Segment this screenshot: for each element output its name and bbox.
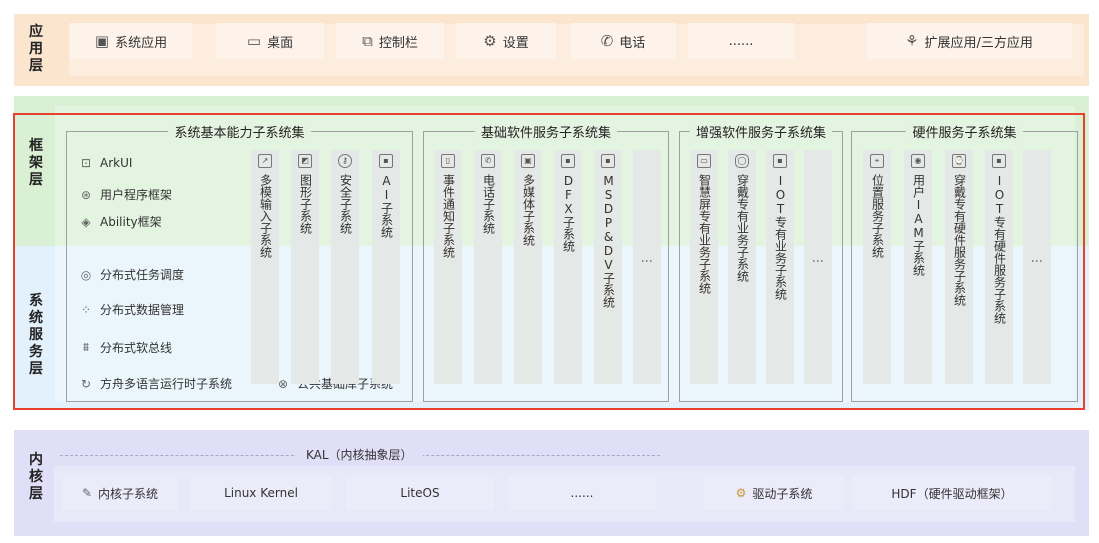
dfx-chip-icon: ▪ bbox=[561, 154, 575, 168]
group-title-hardware: 硬件服务子系统集 bbox=[906, 126, 1023, 141]
column-graphics: ◩ 图形子系统 bbox=[291, 150, 319, 384]
monitor-icon: ▭ bbox=[246, 32, 262, 50]
layers-icon: ◈ bbox=[81, 214, 91, 229]
column-multimodal-input: ↗ 多模输入子系统 bbox=[251, 150, 279, 384]
watch-gear-icon: ⌚ bbox=[952, 154, 966, 168]
kernel-icon: ✎ bbox=[81, 486, 93, 500]
list-item-app-framework: ⊛ 用户程序框架 bbox=[78, 186, 172, 203]
layer-label-kernel: 内核层 bbox=[29, 452, 43, 502]
data-manage-icon: ⁘ bbox=[80, 302, 92, 317]
list-item-task-schedule: ◎ 分布式任务调度 bbox=[78, 266, 184, 283]
runtime-icon: ↻ bbox=[80, 376, 92, 391]
watch-icon: ◯ bbox=[735, 154, 749, 168]
extension-icon: ⚘ bbox=[905, 32, 919, 50]
app-item-desktop: ▭ 桌面 bbox=[216, 23, 324, 59]
column-iot-hardware: ▪ IOT专有硬件服务子系统 bbox=[985, 150, 1013, 384]
group-title-software: 基础软件服务子系统集 bbox=[474, 126, 617, 141]
key-icon: ⚷ bbox=[338, 154, 352, 168]
column-security: ⚷ 安全子系统 bbox=[331, 150, 359, 384]
ui-icon: ⊡ bbox=[80, 156, 92, 170]
control-bar-icon: ⧉ bbox=[362, 32, 373, 50]
group-title-enhanced: 增强软件服务子系统集 bbox=[689, 126, 832, 141]
kernel-item-liteos: LiteOS bbox=[346, 476, 494, 510]
column-wearable-business: ◯ 穿戴专有业务子系统 bbox=[728, 150, 756, 384]
kernel-item-driver: ⚙ 驱动子系统 bbox=[704, 476, 844, 510]
app-item-system-apps: ▣ 系统应用 bbox=[70, 23, 192, 59]
location-pin-icon: ⌖ bbox=[870, 154, 884, 168]
list-item-arkui: ⊡ ArkUI bbox=[78, 156, 132, 170]
column-user-iam: ◉ 用户IAM子系统 bbox=[904, 150, 932, 384]
app-item-settings: ⚙ 设置 bbox=[456, 23, 556, 59]
soft-bus-icon: ⩩ bbox=[82, 340, 90, 354]
ai-chip-icon: ▪ bbox=[379, 154, 393, 168]
graphics-icon: ◩ bbox=[298, 154, 312, 168]
column-iot-business: ▪ IOT专有业务子系统 bbox=[766, 150, 794, 384]
document-icon: ▯ bbox=[441, 154, 455, 168]
column-msdp-dv: ▪ MSDP&DV子系统 bbox=[594, 150, 622, 384]
iot-hardware-chip-icon: ▪ bbox=[992, 154, 1006, 168]
column-hardware-more: ⋮ bbox=[1023, 150, 1051, 384]
column-smart-screen: ▭ 智慧屏专有业务子系统 bbox=[690, 150, 718, 384]
framework-icon: ⊛ bbox=[80, 187, 92, 202]
phone-gear-icon: ✆ bbox=[481, 154, 495, 168]
app-item-extension: ⚘ 扩展应用/三方应用 bbox=[866, 23, 1072, 59]
kernel-item-more: ...... bbox=[508, 476, 656, 510]
column-software-more: ⋮ bbox=[633, 150, 661, 384]
driver-icon: ⚙ bbox=[735, 486, 747, 500]
group-title-basic: 系统基本能力子系统集 bbox=[168, 126, 311, 141]
layer-label-app: 应用层 bbox=[29, 24, 43, 74]
kernel-item-subsystem: ✎ 内核子系统 bbox=[62, 476, 178, 510]
kernel-item-hdf: HDF（硬件驱动框架） bbox=[852, 476, 1052, 510]
iot-chip-icon: ▪ bbox=[773, 154, 787, 168]
column-location: ⌖ 位置服务子系统 bbox=[863, 150, 891, 384]
list-item-soft-bus: ⩩ 分布式软总线 bbox=[78, 339, 172, 356]
column-telephony: ✆ 电话子系统 bbox=[474, 150, 502, 384]
phone-icon: ✆ bbox=[600, 32, 614, 50]
kal-label: KAL（内核抽象层） bbox=[296, 446, 423, 463]
list-item-ability-framework: ◈ Ability框架 bbox=[78, 213, 161, 230]
msdp-chip-icon: ▪ bbox=[601, 154, 615, 168]
column-multimedia: ▣ 多媒体子系统 bbox=[514, 150, 542, 384]
list-item-data-manage: ⁘ 分布式数据管理 bbox=[78, 301, 184, 318]
media-icon: ▣ bbox=[521, 154, 535, 168]
screen-icon: ▭ bbox=[697, 154, 711, 168]
app-item-more: ...... bbox=[688, 23, 794, 59]
eye-icon: ◉ bbox=[911, 154, 925, 168]
task-schedule-icon: ◎ bbox=[80, 267, 92, 282]
column-ai: ▪ AI子系统 bbox=[372, 150, 400, 384]
column-wearable-hardware: ⌚ 穿戴专有硬件服务子系统 bbox=[945, 150, 973, 384]
app-grid-icon: ▣ bbox=[94, 32, 110, 50]
input-icon: ↗ bbox=[258, 154, 272, 168]
app-item-control-bar: ⧉ 控制栏 bbox=[336, 23, 444, 59]
list-item-runtime: ↻ 方舟多语言运行时子系统 bbox=[78, 375, 232, 392]
column-event-notification: ▯ 事件通知子系统 bbox=[434, 150, 462, 384]
gear-icon: ⚙ bbox=[483, 32, 497, 50]
column-enhanced-more: ⋮ bbox=[804, 150, 832, 384]
kernel-item-linux: Linux Kernel bbox=[190, 476, 332, 510]
column-dfx: ▪ DFX子系统 bbox=[554, 150, 582, 384]
app-item-phone: ✆ 电话 bbox=[570, 23, 676, 59]
